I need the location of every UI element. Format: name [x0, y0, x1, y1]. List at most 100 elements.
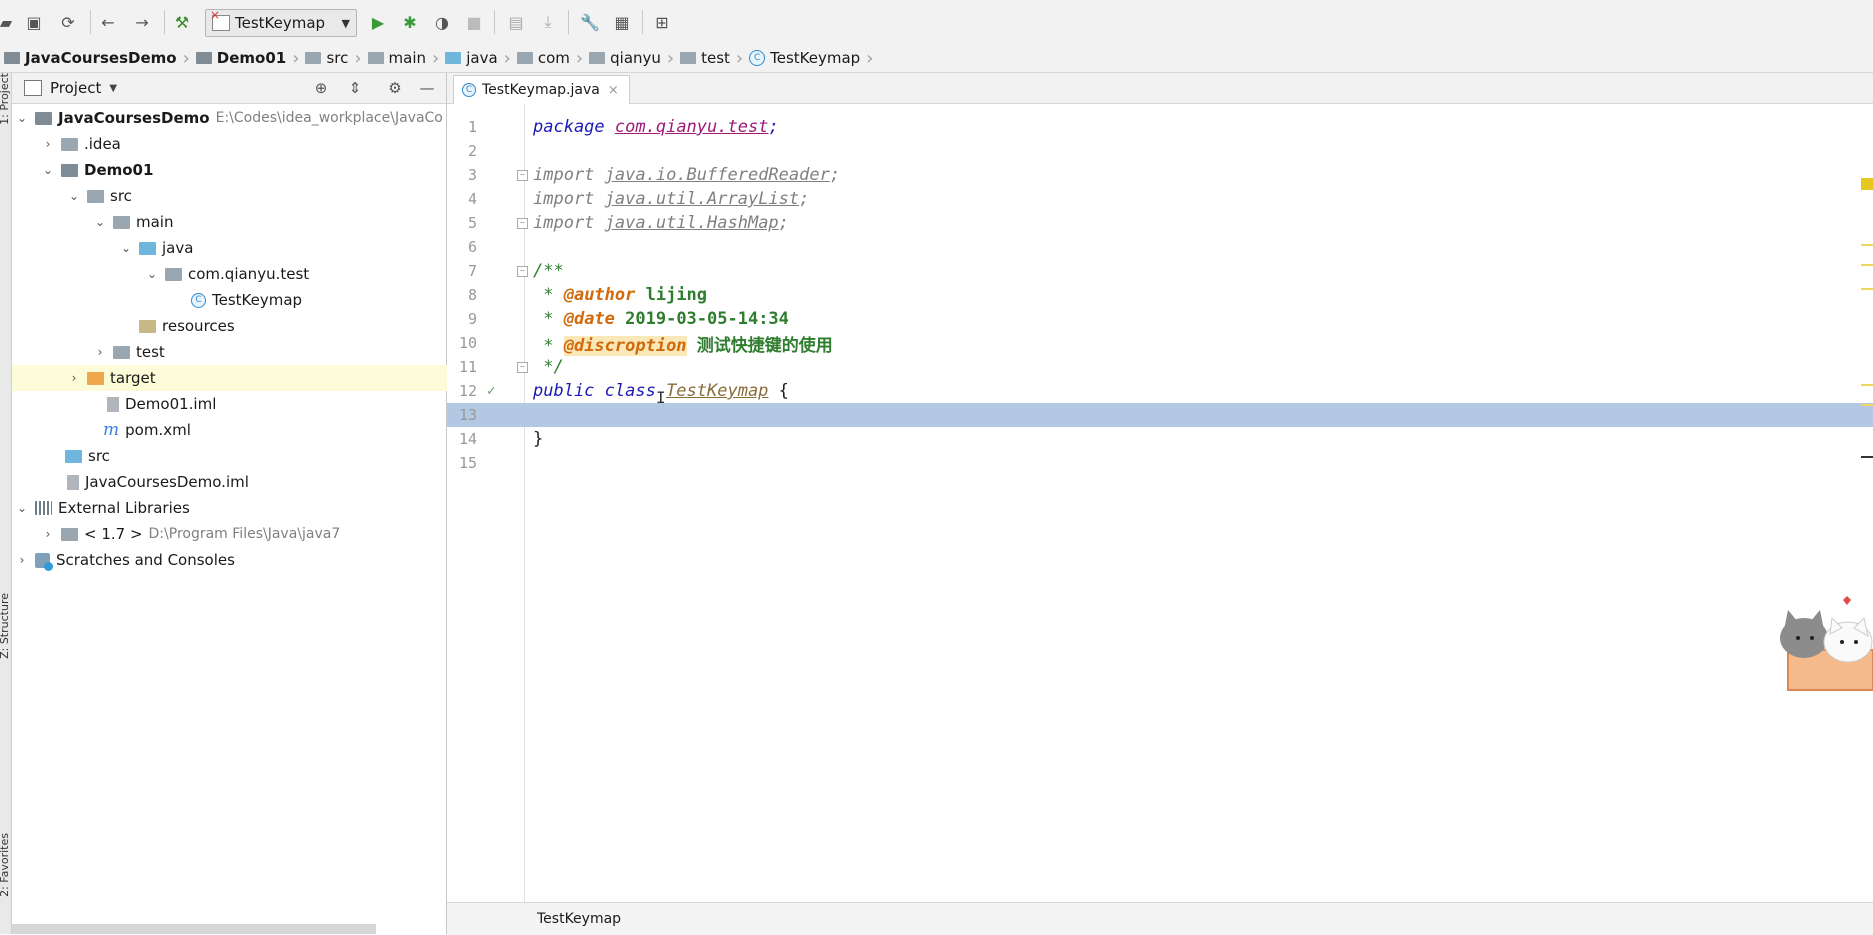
line-number: 8	[467, 286, 477, 304]
project-panel: Project ▼ ⊕ ⇕ ⚙ — ⌄ JavaCoursesDemo E:\Co…	[12, 73, 501, 934]
warning-marker-icon[interactable]	[1861, 178, 1873, 190]
breadcrumb-test[interactable]: test	[676, 44, 736, 72]
chevron-right-icon[interactable]: ›	[41, 137, 55, 151]
toolbar-separator	[90, 10, 91, 34]
breadcrumb-com[interactable]: com	[513, 44, 576, 72]
tree-item-scratches[interactable]: › Scratches and Consoles	[12, 547, 449, 573]
tree-item-label: src	[110, 187, 132, 205]
warning-marker[interactable]	[1861, 288, 1873, 290]
code-line[interactable]: 3 − import java.io.BufferedReader;	[447, 163, 1873, 187]
chevron-down-icon[interactable]: ⌄	[15, 111, 29, 125]
collapse-all-icon[interactable]: ⇕	[346, 79, 364, 97]
tree-item-jdk[interactable]: › < 1.7 > D:\Program Files\Java\java7	[12, 521, 475, 547]
build-icon[interactable]: ⚒	[172, 12, 192, 32]
chevron-right-icon[interactable]: ›	[93, 345, 107, 359]
tree-item-project-iml[interactable]: JavaCoursesDemo.iml	[12, 469, 501, 495]
code-line[interactable]: 6	[447, 235, 1873, 259]
editor-breadcrumb-label[interactable]: TestKeymap	[537, 911, 621, 927]
breadcrumb-class[interactable]: C TestKeymap	[745, 44, 866, 72]
breadcrumb-project[interactable]: JavaCoursesDemo	[0, 44, 183, 72]
save-icon[interactable]: ▣	[24, 12, 44, 32]
import-name: java.util.ArrayList	[604, 189, 800, 209]
breadcrumb-qianyu[interactable]: qianyu	[585, 44, 667, 72]
code-text: import java.io.BufferedReader;	[533, 165, 840, 185]
chevron-right-icon[interactable]: ›	[41, 527, 55, 541]
warning-marker[interactable]	[1861, 404, 1873, 406]
coverage-icon[interactable]: ◑	[432, 12, 452, 32]
breadcrumb-java[interactable]: java	[441, 44, 503, 72]
tree-item-demo01[interactable]: ⌄ Demo01	[12, 157, 475, 183]
project-structure-icon[interactable]: ▦	[612, 12, 632, 32]
code-line[interactable]: 1 package com.qianyu.test;	[447, 115, 1873, 139]
open-icon[interactable]: ▰	[0, 12, 16, 32]
code-text: package com.qianyu.test;	[533, 117, 779, 137]
tree-item-label: Demo01	[84, 161, 154, 179]
settings-icon[interactable]: 🔧	[580, 12, 600, 32]
code-line[interactable]: 7 − /**	[447, 259, 1873, 283]
implemented-marker-icon[interactable]: ✓	[487, 383, 495, 399]
tree-item-target[interactable]: › target	[12, 365, 501, 391]
chevron-down-icon[interactable]: ⌄	[119, 241, 133, 255]
vcs-icon[interactable]: ⊞	[652, 12, 672, 32]
fold-marker-icon[interactable]: −	[517, 217, 528, 229]
chevron-down-icon[interactable]: ⌄	[93, 215, 107, 229]
fold-marker-icon[interactable]: −	[517, 169, 528, 181]
sync-icon[interactable]: ⟳	[58, 12, 78, 32]
code-line[interactable]: 8 * @author lijing	[447, 283, 1873, 307]
breadcrumb-main[interactable]: main	[364, 44, 432, 72]
tree-item-src[interactable]: ⌄ src	[12, 183, 501, 209]
chevron-down-icon[interactable]: ⌄	[15, 501, 29, 515]
back-icon[interactable]: ←	[98, 12, 118, 32]
tree-item-external-libraries[interactable]: ⌄ External Libraries	[12, 495, 449, 521]
chevron-down-icon: ▼	[341, 16, 350, 30]
code-line[interactable]: 5 − import java.util.HashMap;	[447, 211, 1873, 235]
project-panel-title[interactable]: Project	[50, 79, 101, 97]
breadcrumb-label: qianyu	[610, 49, 661, 67]
error-stripe[interactable]	[1859, 104, 1873, 902]
stop-icon[interactable]: ■	[464, 12, 484, 32]
chevron-right-icon[interactable]: ›	[15, 553, 29, 567]
close-icon[interactable]: ×	[608, 83, 619, 98]
tree-item-label: src	[88, 447, 110, 465]
tree-item-project-root[interactable]: ⌄ JavaCoursesDemo E:\Codes\idea_workplace…	[12, 105, 449, 131]
hide-icon[interactable]: —	[418, 79, 436, 97]
tool-tab-favorites[interactable]: 2: Favorites	[0, 833, 11, 897]
run-icon[interactable]: ▶	[368, 12, 388, 32]
fold-marker-icon[interactable]: −	[517, 361, 528, 373]
code-line[interactable]: 14 }	[447, 427, 1873, 451]
download-icon[interactable]: ⤓	[538, 12, 558, 32]
chevron-right-icon[interactable]: ›	[67, 371, 81, 385]
gear-icon[interactable]: ⚙	[386, 79, 404, 97]
main-toolbar: ▰ ▣ ⟳ ← → ⚒ TestKeymap ▼ ▶ ✱ ◑ ■ ▤ ⤓ 🔧 ▦…	[0, 0, 1873, 45]
warning-marker[interactable]	[1861, 384, 1873, 386]
chevron-down-icon[interactable]: ⌄	[67, 189, 81, 203]
code-text: /**	[533, 261, 564, 281]
horizontal-scrollbar[interactable]	[12, 924, 376, 934]
chevron-down-icon[interactable]: ⌄	[145, 267, 159, 281]
tool-tab-project[interactable]: 1: Project	[0, 73, 11, 125]
code-line[interactable]: 11 − */	[447, 355, 1873, 379]
tool-tab-structure[interactable]: Z: Structure	[0, 593, 11, 659]
chevron-right-icon: ›	[292, 47, 300, 69]
debug-icon[interactable]: ✱	[400, 12, 420, 32]
locate-icon[interactable]: ⊕	[312, 79, 330, 97]
tab-testkeymap-java[interactable]: C TestKeymap.java ×	[453, 75, 630, 104]
breadcrumb-src[interactable]: src	[301, 44, 354, 72]
breadcrumb-module[interactable]: Demo01	[192, 44, 292, 72]
warning-marker[interactable]	[1861, 264, 1873, 266]
chevron-down-icon[interactable]: ▼	[109, 83, 117, 94]
code-line[interactable]: 10 * @discroption 测试快捷键的使用	[447, 331, 1873, 356]
chevron-down-icon[interactable]: ⌄	[41, 163, 55, 177]
warning-marker[interactable]	[1861, 244, 1873, 246]
build-artifact-icon[interactable]: ▤	[506, 12, 526, 32]
code-line[interactable]: 2	[447, 139, 1873, 163]
forward-icon[interactable]: →	[132, 12, 152, 32]
tree-item-idea[interactable]: › .idea	[12, 131, 475, 157]
fold-marker-icon[interactable]: −	[517, 265, 528, 277]
code-line[interactable]: 4 import java.util.ArrayList;	[447, 187, 1873, 211]
folder-icon	[367, 52, 384, 64]
run-configuration-select[interactable]: TestKeymap ▼	[205, 8, 357, 37]
code-line[interactable]: 9 * @date 2019-03-05-14:34	[447, 307, 1873, 331]
tree-item-root-src[interactable]: src	[12, 443, 499, 469]
code-line[interactable]: 15	[447, 451, 1873, 475]
